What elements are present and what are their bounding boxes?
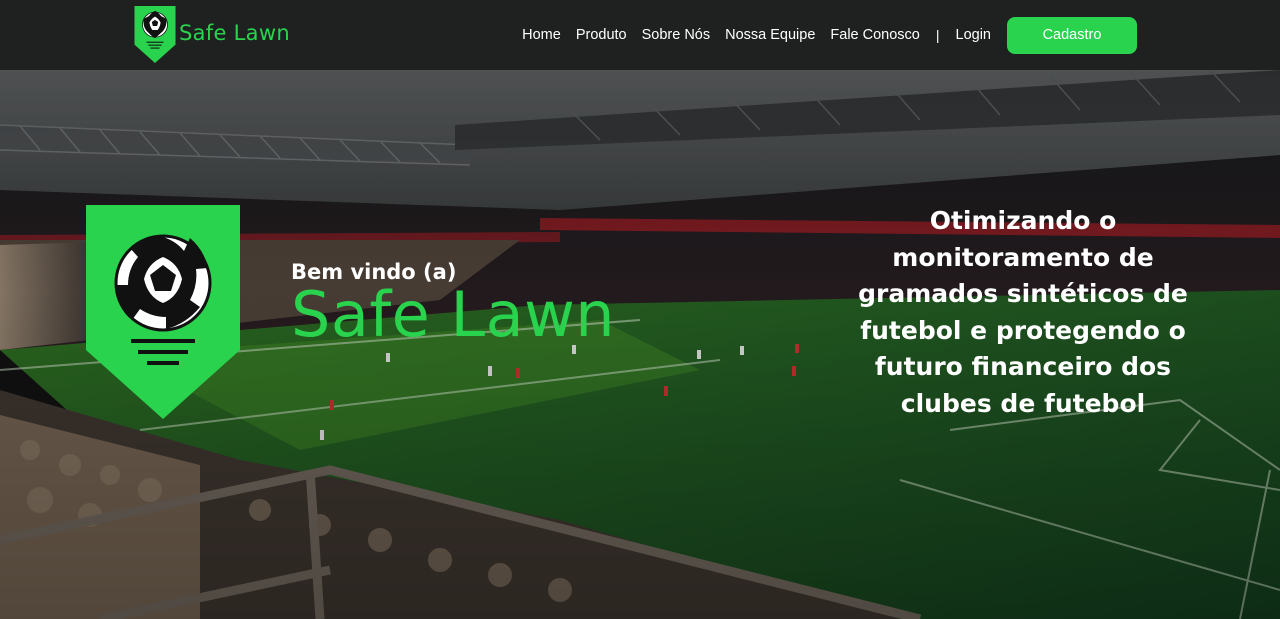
welcome-block: Bem vindo (a) Safe Lawn (291, 260, 615, 351)
nav-sobre-nos[interactable]: Sobre Nós (642, 27, 711, 43)
nav-fale-conosco[interactable]: Fale Conosco (830, 27, 919, 43)
hero-section: Bem vindo (a) Safe Lawn Otimizando o mon… (0, 70, 1280, 619)
soccer-ball-shield-icon (134, 6, 176, 63)
main-nav: Home Produto Sobre Nós Nossa Equipe Fale… (522, 0, 1280, 70)
soccer-ball-shield-icon (86, 205, 240, 419)
hero-title: Safe Lawn (291, 278, 616, 351)
signup-button[interactable]: Cadastro (1007, 16, 1137, 54)
brand-home-link[interactable]: Safe Lawn (134, 6, 290, 63)
nav-produto[interactable]: Produto (576, 27, 627, 43)
brand-name: Safe Lawn (179, 20, 290, 45)
nav-nossa-equipe[interactable]: Nossa Equipe (725, 27, 815, 43)
nav-home[interactable]: Home (522, 27, 561, 43)
hero-tagline: Otimizando o monitoramento de gramados s… (858, 206, 1188, 418)
nav-login[interactable]: Login (956, 27, 991, 43)
nav-separator: | (935, 27, 940, 43)
top-navbar: Safe Lawn Home Produto Sobre Nós Nossa E… (0, 0, 1280, 70)
